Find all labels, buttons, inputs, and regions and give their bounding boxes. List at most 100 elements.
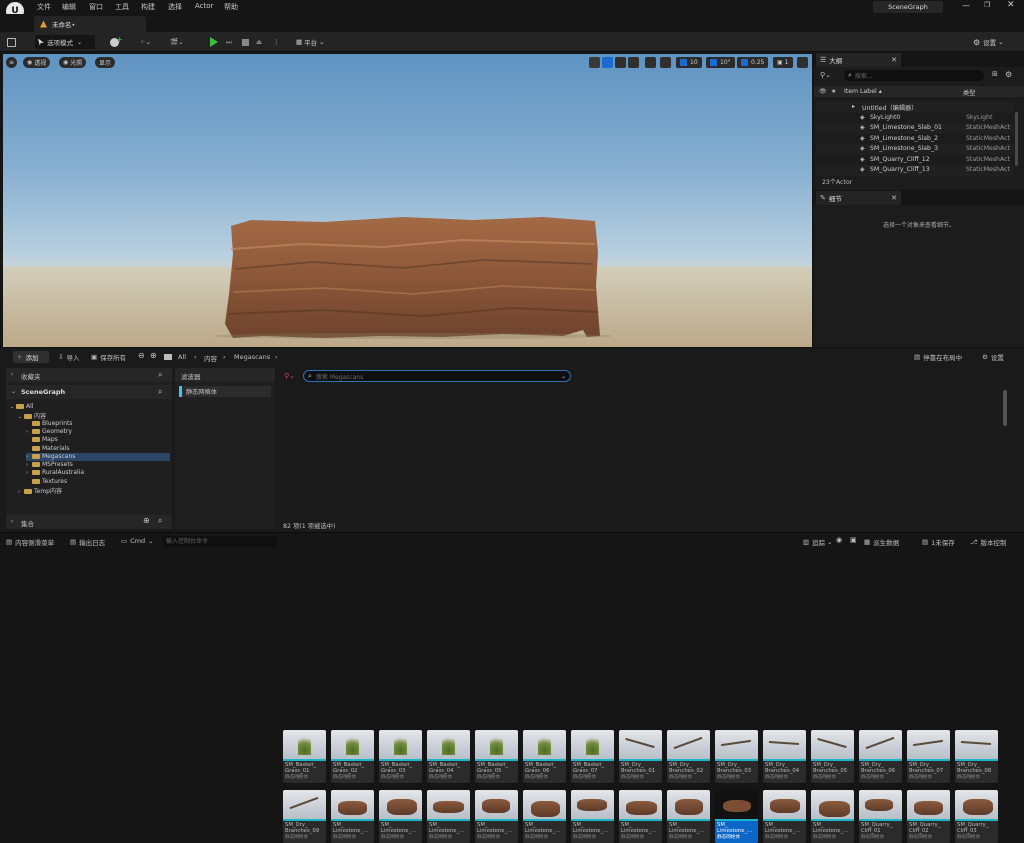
minimize-button[interactable]: — (962, 1, 970, 10)
folder-tree-item[interactable]: › Megascans (26, 452, 170, 462)
asset-tile[interactable]: SM_Quarry_ Cliff_01 静态网格体 (859, 790, 902, 843)
output-log-button[interactable]: ▤ 输出日志 (70, 537, 105, 547)
folder-tree-item[interactable]: Blueprints (26, 420, 73, 428)
settings-button[interactable]: ⚙ 设置 ⌄ (973, 35, 1013, 49)
translate-tool-icon[interactable] (602, 57, 613, 68)
asset-tile[interactable]: SM_Dry_ Branches_04 静态网格体 (763, 730, 806, 783)
folder-tree-item[interactable]: › Temp内容 (18, 486, 62, 495)
content-drawer-button[interactable]: ▤ 内容侧滑菜单 (6, 537, 54, 547)
outliner-column-type[interactable]: 类型 (963, 88, 975, 97)
asset-tile[interactable]: SM_Basket_ Grass_06 静态网格体 (523, 730, 566, 783)
asset-tile[interactable]: SM_Dry_ Branches_07 静态网格体 (907, 730, 950, 783)
outliner-scrollbar[interactable] (1015, 112, 1018, 166)
add-actor-icon[interactable]: + (110, 35, 128, 49)
outliner-tab[interactable]: ☰ 大纲 ✕ (816, 53, 901, 67)
asset-tile[interactable]: SM_ Limestone_... 静态网格体 (763, 790, 806, 843)
search-icon[interactable]: ⌕ (158, 370, 162, 380)
menu-window[interactable]: 窗口 (89, 2, 103, 12)
asset-tile[interactable]: SM_ Limestone_... 静态网格体 (619, 790, 662, 843)
menu-select[interactable]: 选择 (168, 2, 182, 12)
search-icon[interactable]: ⌕ (158, 387, 162, 397)
asset-tile[interactable]: SM_Dry_ Branches_01 静态网格体 (619, 730, 662, 783)
asset-tile[interactable]: SM_Quarry_ Cliff_02 静态网格体 (907, 790, 950, 843)
forward-icon[interactable]: ⊕ (150, 351, 157, 360)
filter-icon[interactable]: ⚲⌄ (820, 71, 831, 79)
back-icon[interactable]: ⊖ (138, 351, 145, 360)
project-header[interactable]: SceneGraph (21, 388, 65, 396)
save-all-button[interactable]: ▣ 保存所有 (91, 352, 126, 362)
source-control-button[interactable]: ⎇ 版本控制 (970, 537, 1007, 547)
add-button[interactable]: + 添加 (13, 351, 49, 363)
menu-tools[interactable]: 工具 (115, 2, 129, 12)
mode-select[interactable]: 选项模式 ⌄ (35, 35, 95, 49)
favorites-header[interactable]: 收藏夹 (21, 371, 41, 381)
collections-header[interactable]: › 集合 ⊕ ⌕ (6, 515, 172, 529)
search-icon[interactable]: ⌕ (158, 516, 162, 526)
save-icon[interactable] (7, 35, 19, 49)
close-tab-icon[interactable]: ✕ (891, 194, 897, 202)
filter-static-mesh[interactable]: 静态网格体 (179, 386, 271, 397)
asset-tile[interactable]: SM_ Limestone_... 静态网格体 (811, 790, 854, 843)
filter-dropdown-icon[interactable]: ⚲⌄ (284, 372, 295, 380)
asset-tile[interactable]: SM_Quarry_ Cliff_03 静态网格体 (955, 790, 998, 843)
asset-tile[interactable]: SM_Dry_ Branches_09 静态网格体 (283, 790, 326, 843)
close-tab-icon[interactable]: ✕ (891, 56, 897, 64)
outliner-row[interactable]: ▸ Untitled（编辑器） (816, 102, 1014, 113)
outliner-row[interactable]: ◈ SM_Limestone_Slab_01 StaticMeshAct (816, 123, 1014, 134)
outliner-add-icon[interactable]: ⊞ (992, 70, 998, 78)
outliner-search-input[interactable]: ⌕ 搜索... (844, 70, 984, 81)
perspective-button[interactable]: ◉ 透视 (23, 57, 51, 68)
level-tab[interactable]: 未命名• (34, 16, 146, 32)
path-all[interactable]: All (178, 353, 186, 361)
lock-icon[interactable]: ▣ (850, 536, 857, 544)
folder-tree-item[interactable]: ⌄ All (10, 403, 33, 411)
asset-tile[interactable]: SM_ Limestone_... 静态网格体 (667, 790, 710, 843)
stop-icon[interactable] (242, 35, 254, 49)
outliner-row[interactable]: ◈ SkyLight0 SkyLight (816, 112, 1014, 123)
outliner-row[interactable]: ◈ SM_Quarry_Cliff_12 StaticMeshAct (816, 154, 1014, 165)
cinematics-icon[interactable]: 🎬⌄ (170, 35, 188, 49)
folder-tree-item[interactable]: ⌄ 内容 (18, 411, 46, 420)
asset-tile[interactable]: SM_Dry_ Branches_06 静态网格体 (859, 730, 902, 783)
derived-data-button[interactable]: ▦ 派生数据 (864, 537, 899, 547)
folder-tree-item[interactable]: › MSPresets (26, 461, 73, 469)
unsaved-button[interactable]: ▤ 1未保存 (922, 537, 955, 547)
visibility-icon[interactable]: ◉ (836, 536, 842, 544)
outliner-row[interactable]: ◈ SM_Quarry_Cliff_13 StaticMeshAct (816, 165, 1014, 176)
menu-build[interactable]: 构建 (141, 2, 155, 12)
asset-tile[interactable]: SM_Dry_ Branches_02 静态网格体 (667, 730, 710, 783)
project-toggle[interactable]: ⌄ (11, 388, 16, 395)
asset-scrollbar[interactable] (1003, 390, 1007, 426)
import-button[interactable]: ⇩ 导入 (58, 352, 79, 362)
asset-tile[interactable]: SM_ Limestone_... 静态网格体 (427, 790, 470, 843)
menu-help[interactable]: 帮助 (224, 2, 238, 12)
asset-tile[interactable]: SM_ Limestone_... 静态网格体 (571, 790, 614, 843)
folder-tree-item[interactable]: › Geometry (26, 428, 72, 436)
folder-tree-item[interactable]: Maps (26, 436, 58, 444)
maximize-button[interactable]: ❐ (984, 1, 990, 9)
scale-tool-icon[interactable] (628, 57, 639, 68)
outliner-row[interactable]: ◈ SM_Limestone_Slab_2 StaticMeshAct (816, 133, 1014, 144)
outliner-column-label[interactable]: Item Label ▴ (844, 88, 882, 95)
outliner-row[interactable]: ◈ SM_Limestone_Slab_3 StaticMeshAct (816, 144, 1014, 155)
favorites-toggle[interactable]: › (11, 371, 13, 378)
surface-snap-icon[interactable] (660, 57, 671, 68)
show-button[interactable]: 显示 (95, 57, 116, 68)
asset-tile[interactable]: SM_ Limestone_... 静态网格体 (715, 790, 758, 843)
trace-button[interactable]: ▥ 追踪 ⌄ (803, 537, 833, 547)
asset-tile[interactable]: SM_Basket_ Grass_01 静态网格体 (283, 730, 326, 783)
menu-file[interactable]: 文件 (37, 2, 51, 12)
camera-speed-button[interactable]: ▣ 1 (773, 57, 793, 68)
asset-tile[interactable]: SM_Dry_ Branches_05 静态网格体 (811, 730, 854, 783)
details-tab[interactable]: ✎ 细节 ✕ (816, 191, 901, 205)
console-input[interactable]: 输入控制台命令 (162, 536, 278, 547)
lit-button[interactable]: ◉ 光照 (59, 57, 87, 68)
asset-tile[interactable]: SM_Basket_ Grass_04 静态网格体 (427, 730, 470, 783)
dock-in-layout-button[interactable]: ▤ 停靠在布局中 (914, 352, 962, 362)
asset-tile[interactable]: SM_ Limestone_... 静态网格体 (331, 790, 374, 843)
path-megascans[interactable]: Megascans (234, 353, 270, 361)
level-viewport[interactable]: ≡ ◉ 透视 ◉ 光照 显示 10 10° 0.25 ▣ 1 (3, 54, 812, 347)
path-content[interactable]: 内容 (204, 353, 217, 363)
platform-button[interactable]: ▦ 平台 ⌄ (296, 35, 336, 49)
rotation-snap-button[interactable]: 10° (706, 57, 735, 68)
